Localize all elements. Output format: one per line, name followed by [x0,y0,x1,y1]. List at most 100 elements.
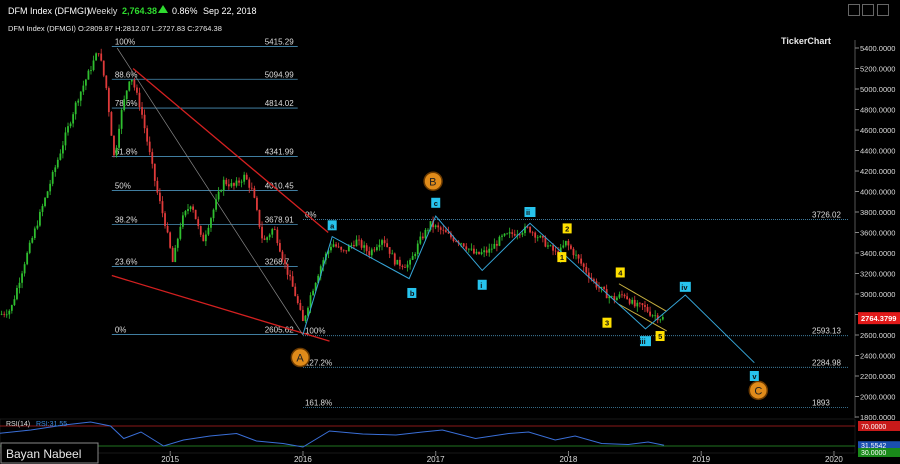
wave-label-iv: iv [681,283,688,292]
candle-body [125,90,128,100]
candle-body [268,234,271,238]
candle-body [447,232,450,234]
candle-body [562,245,565,248]
candle-body [296,296,299,303]
candle-body [28,242,31,253]
candle-body [148,141,151,153]
candle-body [36,225,39,229]
candle-body [383,240,386,244]
price-tick-label: 5200.0000 [860,65,895,74]
candle-body [51,171,54,184]
candle-body [243,174,246,182]
candle-body [49,183,52,192]
candle-body [396,259,399,265]
channel-line[interactable] [618,283,667,312]
candle-body [391,253,394,255]
candle-body [74,102,77,115]
price-tick-label: 5400.0000 [860,44,895,53]
candle-body [401,265,404,267]
time-tick-label: 2019 [692,455,710,464]
trend-line[interactable] [111,274,330,342]
rsi-overbought-label: 70.0000 [861,424,886,431]
candle-body [621,294,623,296]
candle-body [286,263,289,275]
candle-body [370,249,373,256]
candle-body [567,240,570,246]
price-tick-label: 3800.0000 [860,208,895,217]
candle-body [113,135,115,156]
candle-body [618,294,621,298]
candle-body [552,245,554,251]
candle-body [294,286,297,297]
candle-body [570,245,572,249]
candle-body [197,219,200,227]
candle-body [511,232,514,234]
candle-body [100,53,103,61]
candle-body [79,91,82,101]
candle-body [475,251,478,254]
candle-body [419,236,422,244]
candle-body [217,191,220,200]
candle-body [439,227,442,230]
fib-retracement-pct: 23.6% [115,257,138,266]
candle-body [575,254,577,256]
chart-window: DFM Index (DFMGI) Weekly 2,764.38 0.86% … [0,0,900,464]
fib-extension-value: 3726.02 [812,211,841,220]
candle-body [164,213,166,226]
candle-body [210,218,212,228]
candle-body [312,290,314,296]
candle-body [181,215,184,227]
candle-body [281,251,284,260]
candle-body [572,248,575,256]
candle-body [506,233,509,235]
fib-extension-value: 2284.98 [812,358,841,367]
candle-body [54,167,57,172]
time-tick-label: 2015 [161,455,179,464]
candle-body [215,199,217,210]
candle-body [631,299,634,304]
fib-retracement-value: 2605.62 [265,325,294,334]
candle-body [72,114,75,124]
candle-body [659,319,662,321]
candle-body [330,246,332,251]
candle-body [347,245,350,252]
candle-body [444,230,447,233]
price-tick-label: 4800.0000 [860,106,895,115]
candle-body [628,299,631,304]
candle-body [615,297,618,301]
candle-body [120,110,123,129]
candle-body [644,305,646,307]
candle-body [478,251,480,255]
candle-body [424,229,427,239]
candle-body [107,88,110,113]
candle-body [271,229,274,235]
candle-body [544,237,547,247]
candle-body [654,315,657,317]
candle-body [539,235,542,238]
candle-body [10,305,13,311]
candle-body [651,315,654,317]
candle-body [39,211,41,226]
time-tick-label: 2018 [559,455,577,464]
candle-body [212,209,215,219]
candle-body [386,243,389,248]
candle-body [184,211,187,216]
price-chart[interactable]: 100% 5415.2988.6% 5094.9978.6% 4814.0261.8%… [0,0,900,464]
candle-body [176,238,179,248]
candle-body [166,225,169,233]
candle-body [363,245,366,248]
wave-label-5: 5 [658,332,662,341]
wave-label-b: b [410,289,415,298]
candle-body [64,132,67,146]
rsi-value: RSI:31.55 [36,421,67,428]
candle-body [404,266,406,268]
candle-body [483,250,486,253]
fib-retracement-value: 3678.91 [265,215,294,224]
candle-body [207,227,210,235]
trend-line[interactable] [116,47,304,336]
candle-body [488,248,491,253]
candle-body [529,226,531,233]
wave-label-1: 1 [560,253,564,262]
candle-body [13,299,16,306]
candle-body [493,243,496,249]
